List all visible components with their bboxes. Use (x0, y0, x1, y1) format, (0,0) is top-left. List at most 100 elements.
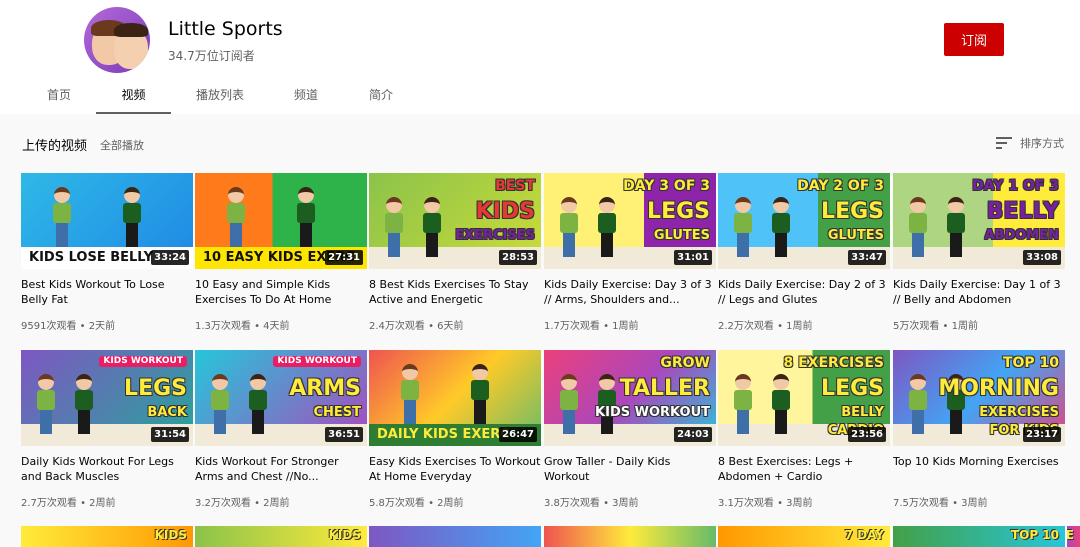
video-title[interactable]: 8 Best Exercises: Legs + Abdomen + Cardi… (718, 454, 890, 484)
thumbnail-text: GLUTES (827, 228, 884, 243)
girl-figure (225, 187, 247, 247)
boy-figure (247, 374, 269, 434)
thumbnail-text: KIDS WORKOUT (595, 405, 710, 420)
video-meta: 9591次观看 • 2天前 (21, 321, 116, 332)
girl-figure (732, 374, 754, 434)
video-title[interactable]: 8 Best Kids Exercises To Stay Active and… (369, 277, 541, 307)
video-meta: 7.5万次观看 • 3周前 (893, 498, 988, 509)
video-meta: 1.7万次观看 • 1周前 (544, 321, 639, 332)
girl-figure (732, 197, 754, 257)
subscribe-button[interactable]: 订阅 (944, 23, 1004, 56)
video-thumbnail-partial[interactable]: KIDS (195, 526, 367, 547)
thumbnail-text: EXERCISES (979, 405, 1059, 420)
video-title[interactable]: Kids Workout For Stronger Arms and Chest… (195, 454, 367, 484)
tab-playlists[interactable]: 播放列表 (186, 78, 254, 114)
video-duration: 28:53 (499, 250, 537, 265)
thumbnail-text: BACK (147, 405, 187, 420)
boy-figure (770, 374, 792, 434)
video-card[interactable]: KIDS WORKOUT ARMS CHEST 36:51 Kids Workout F… (195, 350, 367, 510)
boy-figure (295, 187, 317, 247)
video-duration: 31:54 (151, 427, 189, 442)
tab-home[interactable]: 首页 (30, 78, 88, 114)
video-title[interactable]: 10 Easy and Simple Kids Exercises To Do … (195, 277, 367, 307)
video-thumbnail[interactable]: DAY 2 OF 3 LEGS GLUTES 33:47 (718, 173, 890, 269)
thumbnail-text: GROW (660, 355, 710, 371)
thumbnail-text: 7 DAY (844, 528, 884, 542)
channel-avatar[interactable] (84, 7, 150, 73)
girl-figure (907, 197, 929, 257)
thumbnail-text: LEGS (124, 376, 187, 401)
thumbnail-text: GLUTES (653, 228, 710, 243)
video-meta: 2.2万次观看 • 1周前 (718, 321, 813, 332)
tab-channels[interactable]: 频道 (276, 78, 336, 114)
video-thumbnail-partial[interactable]: 7 DAY (718, 526, 890, 547)
video-card[interactable]: DAILY KIDS EXERC 26:47 Easy Kids Exercises… (369, 350, 541, 510)
video-title[interactable]: Daily Kids Workout For Legs and Back Mus… (21, 454, 193, 484)
video-thumbnail[interactable]: DAY 3 OF 3 LEGS GLUTES 31:01 (544, 173, 716, 269)
thumbnail-text: LEGS (647, 199, 710, 224)
channel-tabs: 首页 视频 播放列表 频道 简介 (0, 78, 1080, 114)
thumbnail-text: KIDS (154, 528, 187, 542)
girl-figure (558, 374, 580, 434)
video-title[interactable]: Grow Taller - Daily Kids Workout (544, 454, 716, 484)
video-thumbnail[interactable]: 10 EASY KIDS EXERC 27:31 (195, 173, 367, 269)
video-title[interactable]: Kids Daily Exercise: Day 1 of 3 // Belly… (893, 277, 1065, 307)
thumbnail-text: KIDS (475, 199, 535, 224)
boy-figure (596, 197, 618, 257)
tab-about[interactable]: 简介 (352, 78, 410, 114)
video-card[interactable]: DAY 3 OF 3 LEGS GLUTES 31:01 Kids Daily Exer… (544, 173, 716, 333)
video-meta: 3.8万次观看 • 3周前 (544, 498, 639, 509)
video-title[interactable]: Easy Kids Exercises To Workout At Home E… (369, 454, 541, 484)
video-duration: 26:47 (499, 427, 537, 442)
video-card[interactable]: 10 EASY KIDS EXERC 27:31 10 Easy and Simpl… (195, 173, 367, 333)
video-meta: 1.3万次观看 • 4天前 (195, 321, 290, 332)
thumbnail-text: DAY 1 OF 3 (972, 178, 1059, 194)
video-thumbnail-partial[interactable]: TOP 10 (893, 526, 1065, 547)
video-meta: 3.1万次观看 • 3周前 (718, 498, 813, 509)
video-duration: 33:24 (151, 250, 189, 265)
thumbnail-text: CHEST (313, 405, 361, 420)
video-thumbnail-partial[interactable]: KIDS EXERCISE (1067, 526, 1080, 547)
video-duration: 33:08 (1023, 250, 1061, 265)
video-duration: 36:51 (325, 427, 363, 442)
girl-figure (558, 197, 580, 257)
video-title[interactable]: Top 10 Kids Morning Exercises (893, 454, 1065, 484)
video-title[interactable]: Best Kids Workout To Lose Belly Fat (21, 277, 193, 307)
video-card[interactable]: GROW TALLER KIDS WORKOUT 24:03 Grow Taller -… (544, 350, 716, 510)
thumbnail-text: KIDS WORKOUT (99, 356, 187, 367)
video-thumbnail-partial[interactable] (544, 526, 716, 547)
boy-figure (469, 364, 491, 424)
video-card[interactable]: DAY 1 OF 3 BELLY ABDOMEN 33:08 Kids Daily Ex… (893, 173, 1065, 333)
play-all-link[interactable]: 全部播放 (100, 137, 144, 153)
video-thumbnail[interactable]: DAILY KIDS EXERC 26:47 (369, 350, 541, 446)
sort-icon (996, 137, 1012, 149)
video-thumbnail[interactable]: BEST KIDS EXERCISES 28:53 (369, 173, 541, 269)
video-card[interactable]: KIDS WORKOUT LEGS BACK 31:54 Daily Kids Work… (21, 350, 193, 510)
video-thumbnail[interactable]: KIDS WORKOUT ARMS CHEST 36:51 (195, 350, 367, 446)
video-thumbnail[interactable]: 8 EXERCISESLEGSBELLYCARDIO23:56 (718, 350, 890, 446)
video-card[interactable]: DAY 2 OF 3 LEGS GLUTES 33:47 Kids Daily Exer… (718, 173, 890, 333)
video-duration: 27:31 (325, 250, 363, 265)
boy-figure (945, 197, 967, 257)
video-card[interactable]: KIDS LOSE BELLY 33:24 Best Kids Workout To… (21, 173, 193, 333)
thumbnail-text: LEGS (821, 199, 884, 224)
video-thumbnail-partial[interactable]: KIDS (21, 526, 193, 547)
thumbnail-text: ARMS (289, 376, 361, 401)
thumbnail-text: TOP 10 (1002, 355, 1059, 371)
video-title[interactable]: Kids Daily Exercise: Day 2 of 3 // Legs … (718, 277, 890, 307)
video-card[interactable]: BEST KIDS EXERCISES 28:53 8 Best Kids Exerci… (369, 173, 541, 333)
video-card[interactable]: 8 EXERCISESLEGSBELLYCARDIO23:568 Best Ex… (718, 350, 890, 510)
video-thumbnail[interactable]: DAY 1 OF 3 BELLY ABDOMEN 33:08 (893, 173, 1065, 269)
tab-videos[interactable]: 视频 (96, 78, 171, 114)
video-title[interactable]: Kids Daily Exercise: Day 3 of 3 // Arms,… (544, 277, 716, 307)
video-thumbnail-partial[interactable] (369, 526, 541, 547)
video-thumbnail[interactable]: KIDS WORKOUT LEGS BACK 31:54 (21, 350, 193, 446)
video-card[interactable]: TOP 10MORNINGEXERCISESFOR KIDS23:17 Top 1… (893, 350, 1065, 510)
video-thumbnail[interactable]: KIDS LOSE BELLY 33:24 (21, 173, 193, 269)
video-thumbnail[interactable]: TOP 10MORNINGEXERCISESFOR KIDS23:17 (893, 350, 1065, 446)
thumbnail-text: 8 EXERCISES (783, 355, 884, 371)
thumbnail-text: BELLY (986, 199, 1059, 224)
thumbnail-text: LEGS (821, 376, 884, 401)
girl-figure (51, 187, 73, 247)
video-thumbnail[interactable]: GROW TALLER KIDS WORKOUT 24:03 (544, 350, 716, 446)
